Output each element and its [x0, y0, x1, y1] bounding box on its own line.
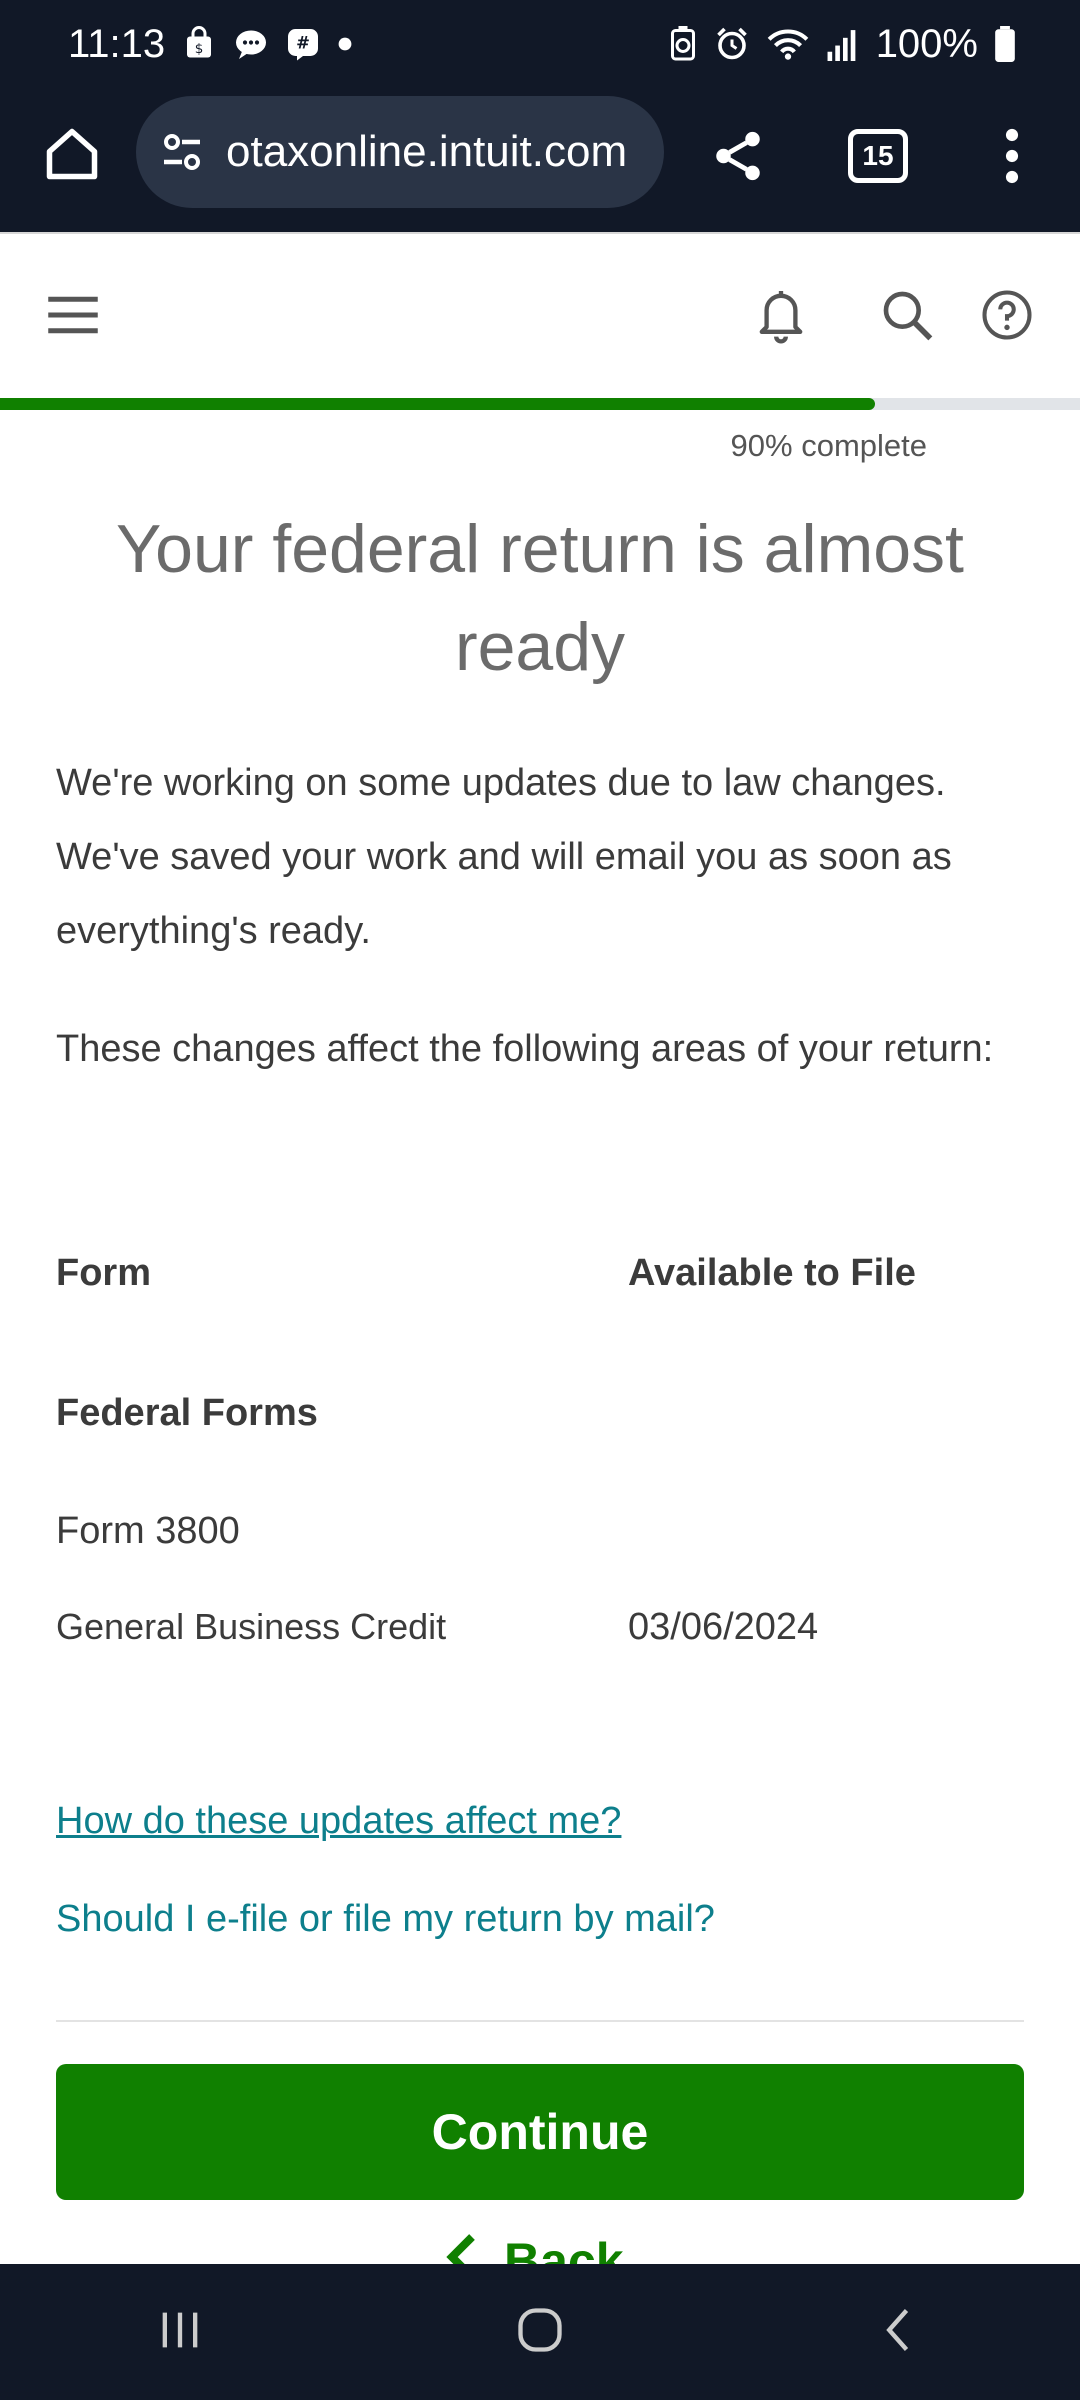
notification-dot-icon — [337, 36, 353, 52]
row-form-name: Form 3800 — [56, 1510, 240, 1552]
updates-effect-link[interactable]: How do these updates affect me? — [56, 1800, 621, 1843]
row-form-name: General Business Credit — [56, 1606, 447, 1647]
back-label: Back — [504, 2233, 624, 2264]
menu-button[interactable] — [38, 280, 108, 350]
share-button[interactable] — [700, 118, 776, 194]
shopping-bag-icon: $ — [181, 26, 217, 62]
row-date: 03/06/2024 — [628, 1606, 819, 1648]
battery-saver-icon — [668, 26, 698, 62]
recent-apps-icon — [162, 2312, 198, 2347]
header-form: Form — [56, 1252, 151, 1294]
affected-areas-paragraph: These changes affect the following areas… — [56, 1028, 994, 1070]
site-settings-icon[interactable] — [158, 128, 206, 176]
home-circle-icon — [518, 2307, 562, 2352]
battery-percent: 100% — [875, 21, 978, 66]
back-arrow-icon — [886, 2308, 909, 2351]
hamburger-menu-icon — [48, 296, 98, 334]
messenger-app-icon: # — [285, 26, 321, 62]
status-bar: 11:13 $ # 100% — [0, 0, 1080, 88]
share-icon — [716, 131, 760, 181]
home-button[interactable] — [36, 118, 108, 190]
more-vert-icon — [1005, 128, 1019, 184]
help-icon — [982, 290, 1032, 340]
bell-icon — [759, 291, 803, 344]
status-time: 11:13 — [68, 21, 166, 66]
header-available: Available to File — [628, 1252, 916, 1294]
alarm-icon — [714, 26, 750, 62]
notifications-button[interactable] — [746, 278, 816, 352]
signal-icon — [826, 27, 860, 61]
svg-text:#: # — [296, 34, 310, 53]
back-button[interactable]: Back — [440, 2232, 624, 2264]
svg-text:$: $ — [195, 41, 204, 57]
wifi-icon — [766, 26, 810, 62]
continue-button[interactable]: Continue — [56, 2064, 1024, 2200]
table-row: Form 3800 — [56, 1510, 1036, 1553]
battery-icon — [994, 26, 1016, 62]
chevron-left-icon — [446, 2234, 475, 2264]
progress-fill — [0, 398, 875, 410]
chat-bubble-icon — [233, 26, 269, 62]
more-menu-button[interactable] — [980, 118, 1044, 194]
home-icon — [46, 128, 98, 180]
intro-paragraph: We're working on some updates due to law… — [56, 762, 952, 952]
status-left: 11:13 $ # — [68, 22, 353, 67]
address-bar[interactable]: otaxonline.intuit.com — [136, 96, 664, 208]
tab-switcher-button[interactable]: 15 — [840, 118, 916, 194]
system-nav-bar — [0, 2264, 1080, 2400]
progress-label: 90% complete — [730, 428, 927, 463]
search-icon — [883, 291, 933, 341]
page-title: Your federal return is almost ready — [116, 511, 964, 685]
back-nav-button[interactable] — [874, 2304, 926, 2361]
section-heading: Federal Forms — [56, 1392, 318, 1434]
recent-apps-button[interactable] — [154, 2304, 206, 2361]
status-right: 100% — [668, 22, 1016, 67]
progress-bar — [0, 398, 1080, 410]
url-text: otaxonline.intuit.com — [226, 127, 628, 176]
home-nav-button[interactable] — [514, 2304, 566, 2361]
divider — [56, 2020, 1024, 2022]
efile-or-mail-link[interactable]: Should I e-file or file my return by mai… — [56, 1898, 715, 1941]
table-row: General Business Credit 03/06/2024 — [56, 1606, 1036, 1648]
table-header-row: Form Available to File — [56, 1252, 1036, 1295]
tab-count: 15 — [848, 129, 908, 183]
search-button[interactable] — [872, 280, 942, 350]
help-button[interactable] — [972, 280, 1042, 350]
